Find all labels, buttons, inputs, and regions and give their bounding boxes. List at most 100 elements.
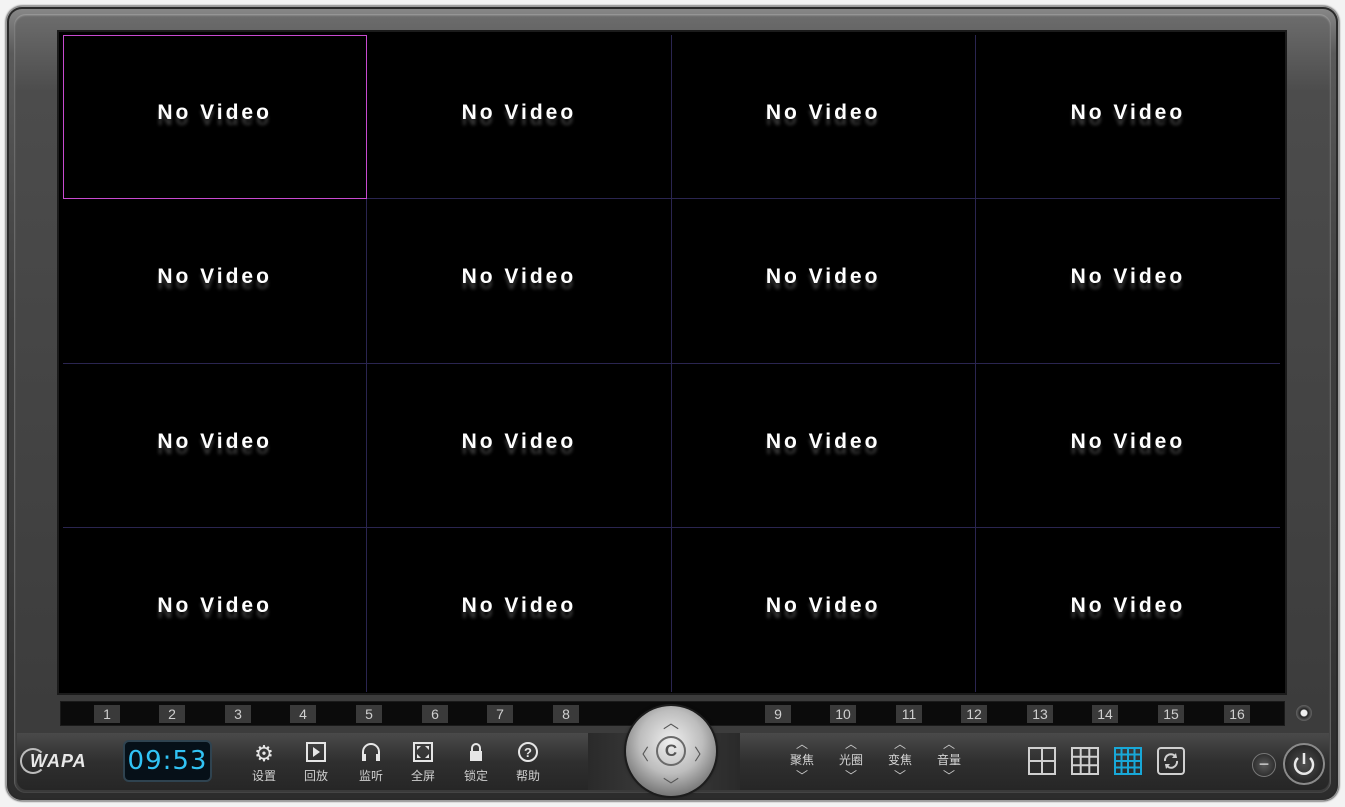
- video-wall: No Video No Video No Video No Video No V…: [57, 30, 1287, 695]
- zoom-up-icon[interactable]: ︿: [883, 738, 917, 750]
- channel-button-2[interactable]: 2: [159, 705, 185, 723]
- ptz-right-icon[interactable]: 〉: [694, 741, 710, 765]
- channel-button-8[interactable]: 8: [553, 705, 579, 723]
- video-grid: No Video No Video No Video No Video No V…: [63, 35, 1280, 692]
- clock-display: 09:53: [123, 740, 212, 782]
- video-cell-12[interactable]: No Video: [975, 364, 1280, 528]
- ptz-up-icon[interactable]: ︿: [663, 709, 679, 733]
- ptz-left-icon[interactable]: 〈: [633, 741, 649, 765]
- ptz-down-icon[interactable]: ﹀: [663, 772, 679, 796]
- zoom-control: ︿ 变焦 ﹀: [883, 738, 917, 784]
- channel-button-10[interactable]: 10: [830, 705, 856, 723]
- no-video-label: No Video: [461, 101, 577, 124]
- no-video-label: No Video: [765, 593, 881, 617]
- gear-icon: ⚙: [254, 741, 274, 766]
- channel-button-7[interactable]: 7: [487, 705, 513, 723]
- help-button[interactable]: ? 帮助: [506, 741, 550, 783]
- settings-label: 设置: [251, 769, 276, 783]
- video-cell-16[interactable]: No Video: [976, 528, 1280, 692]
- video-cell-13[interactable]: No Video: [63, 527, 368, 692]
- help-icon: ?: [506, 741, 550, 767]
- no-video-label: No Video: [765, 101, 881, 124]
- playback-icon: [294, 741, 338, 767]
- layout-4-icon[interactable]: [1028, 747, 1056, 775]
- channel-button-12[interactable]: 12: [961, 705, 987, 723]
- video-cell-9[interactable]: No Video: [63, 363, 368, 528]
- video-cell-10[interactable]: No Video: [367, 363, 672, 528]
- zoom-down-icon[interactable]: ﹀: [883, 770, 917, 782]
- video-cell-6[interactable]: No Video: [367, 199, 672, 364]
- channel-button-9[interactable]: 9: [765, 705, 791, 723]
- volume-down-icon[interactable]: ﹀: [932, 770, 966, 782]
- no-video-label: No Video: [157, 101, 272, 124]
- playback-label: 回放: [303, 769, 328, 783]
- layout-9-icon[interactable]: [1071, 747, 1099, 775]
- channel-button-15[interactable]: 15: [1158, 705, 1184, 723]
- logo-text: WAPA: [30, 751, 87, 771]
- video-cell-15[interactable]: No Video: [672, 527, 976, 692]
- record-indicator-icon[interactable]: [1296, 705, 1312, 721]
- video-cell-5[interactable]: No Video: [63, 199, 368, 364]
- iris-up-icon[interactable]: ︿: [834, 738, 868, 750]
- help-label: 帮助: [515, 769, 540, 783]
- channel-button-14[interactable]: 14: [1092, 705, 1118, 723]
- focus-down-icon[interactable]: ﹀: [785, 770, 819, 782]
- zoom-label: 变焦: [887, 753, 912, 767]
- video-cell-8[interactable]: No Video: [975, 199, 1280, 364]
- no-video-label: No Video: [157, 593, 272, 617]
- settings-button[interactable]: ⚙ 设置: [242, 741, 286, 783]
- no-video-label: No Video: [157, 265, 272, 289]
- channel-button-6[interactable]: 6: [422, 705, 448, 723]
- fullscreen-label: 全屏: [410, 769, 435, 783]
- video-cell-11[interactable]: No Video: [671, 363, 976, 528]
- channel-button-3[interactable]: 3: [225, 705, 251, 723]
- listen-button[interactable]: 监听: [349, 741, 393, 783]
- no-video-label: No Video: [1070, 101, 1186, 124]
- focus-control: ︿ 聚焦 ﹀: [785, 738, 819, 784]
- focus-label: 聚焦: [789, 753, 814, 767]
- channel-button-4[interactable]: 4: [290, 705, 316, 723]
- no-video-label: No Video: [461, 429, 577, 453]
- lock-icon: [454, 741, 498, 767]
- channel-button-13[interactable]: 13: [1027, 705, 1053, 723]
- minimize-button[interactable]: −: [1252, 753, 1276, 777]
- lock-button[interactable]: 锁定: [454, 741, 498, 783]
- iris-down-icon[interactable]: ﹀: [834, 770, 868, 782]
- lock-label: 锁定: [463, 769, 488, 783]
- video-cell-4[interactable]: No Video: [975, 35, 1280, 200]
- video-cell-2[interactable]: No Video: [367, 35, 672, 200]
- focus-up-icon[interactable]: ︿: [785, 738, 819, 750]
- channel-button-16[interactable]: 16: [1224, 705, 1250, 723]
- power-button[interactable]: [1283, 743, 1325, 785]
- no-video-label: No Video: [765, 265, 881, 289]
- no-video-label: No Video: [461, 265, 577, 289]
- volume-up-icon[interactable]: ︿: [932, 738, 966, 750]
- ptz-control: ︿ ﹀ 〈 〉 C: [626, 706, 716, 796]
- ptz-center-button[interactable]: C: [656, 736, 686, 766]
- channel-button-1[interactable]: 1: [94, 705, 120, 723]
- volume-label: 音量: [936, 753, 961, 767]
- video-cell-7[interactable]: No Video: [671, 199, 976, 364]
- playback-button[interactable]: 回放: [294, 741, 338, 783]
- volume-control: ︿ 音量 ﹀: [932, 738, 966, 784]
- no-video-label: No Video: [1070, 593, 1186, 617]
- cycle-icon[interactable]: [1157, 747, 1185, 775]
- listen-label: 监听: [358, 769, 383, 783]
- channel-button-11[interactable]: 11: [896, 705, 922, 723]
- layout-16-icon[interactable]: [1114, 747, 1142, 775]
- iris-control: ︿ 光圈 ﹀: [834, 738, 868, 784]
- svg-text:?: ?: [524, 745, 532, 760]
- video-cell-3[interactable]: No Video: [671, 35, 976, 200]
- channel-button-5[interactable]: 5: [356, 705, 382, 723]
- video-cell-1[interactable]: No Video: [63, 35, 368, 200]
- no-video-label: No Video: [1070, 265, 1186, 289]
- video-cell-14[interactable]: No Video: [367, 527, 672, 692]
- fullscreen-icon: [401, 741, 445, 767]
- fullscreen-button[interactable]: 全屏: [401, 741, 445, 783]
- no-video-label: No Video: [765, 429, 881, 453]
- brand-logo: WAPA: [20, 745, 102, 777]
- no-video-label: No Video: [157, 429, 272, 453]
- no-video-label: No Video: [461, 593, 577, 617]
- no-video-label: No Video: [1070, 429, 1186, 453]
- power-icon: [1293, 753, 1315, 775]
